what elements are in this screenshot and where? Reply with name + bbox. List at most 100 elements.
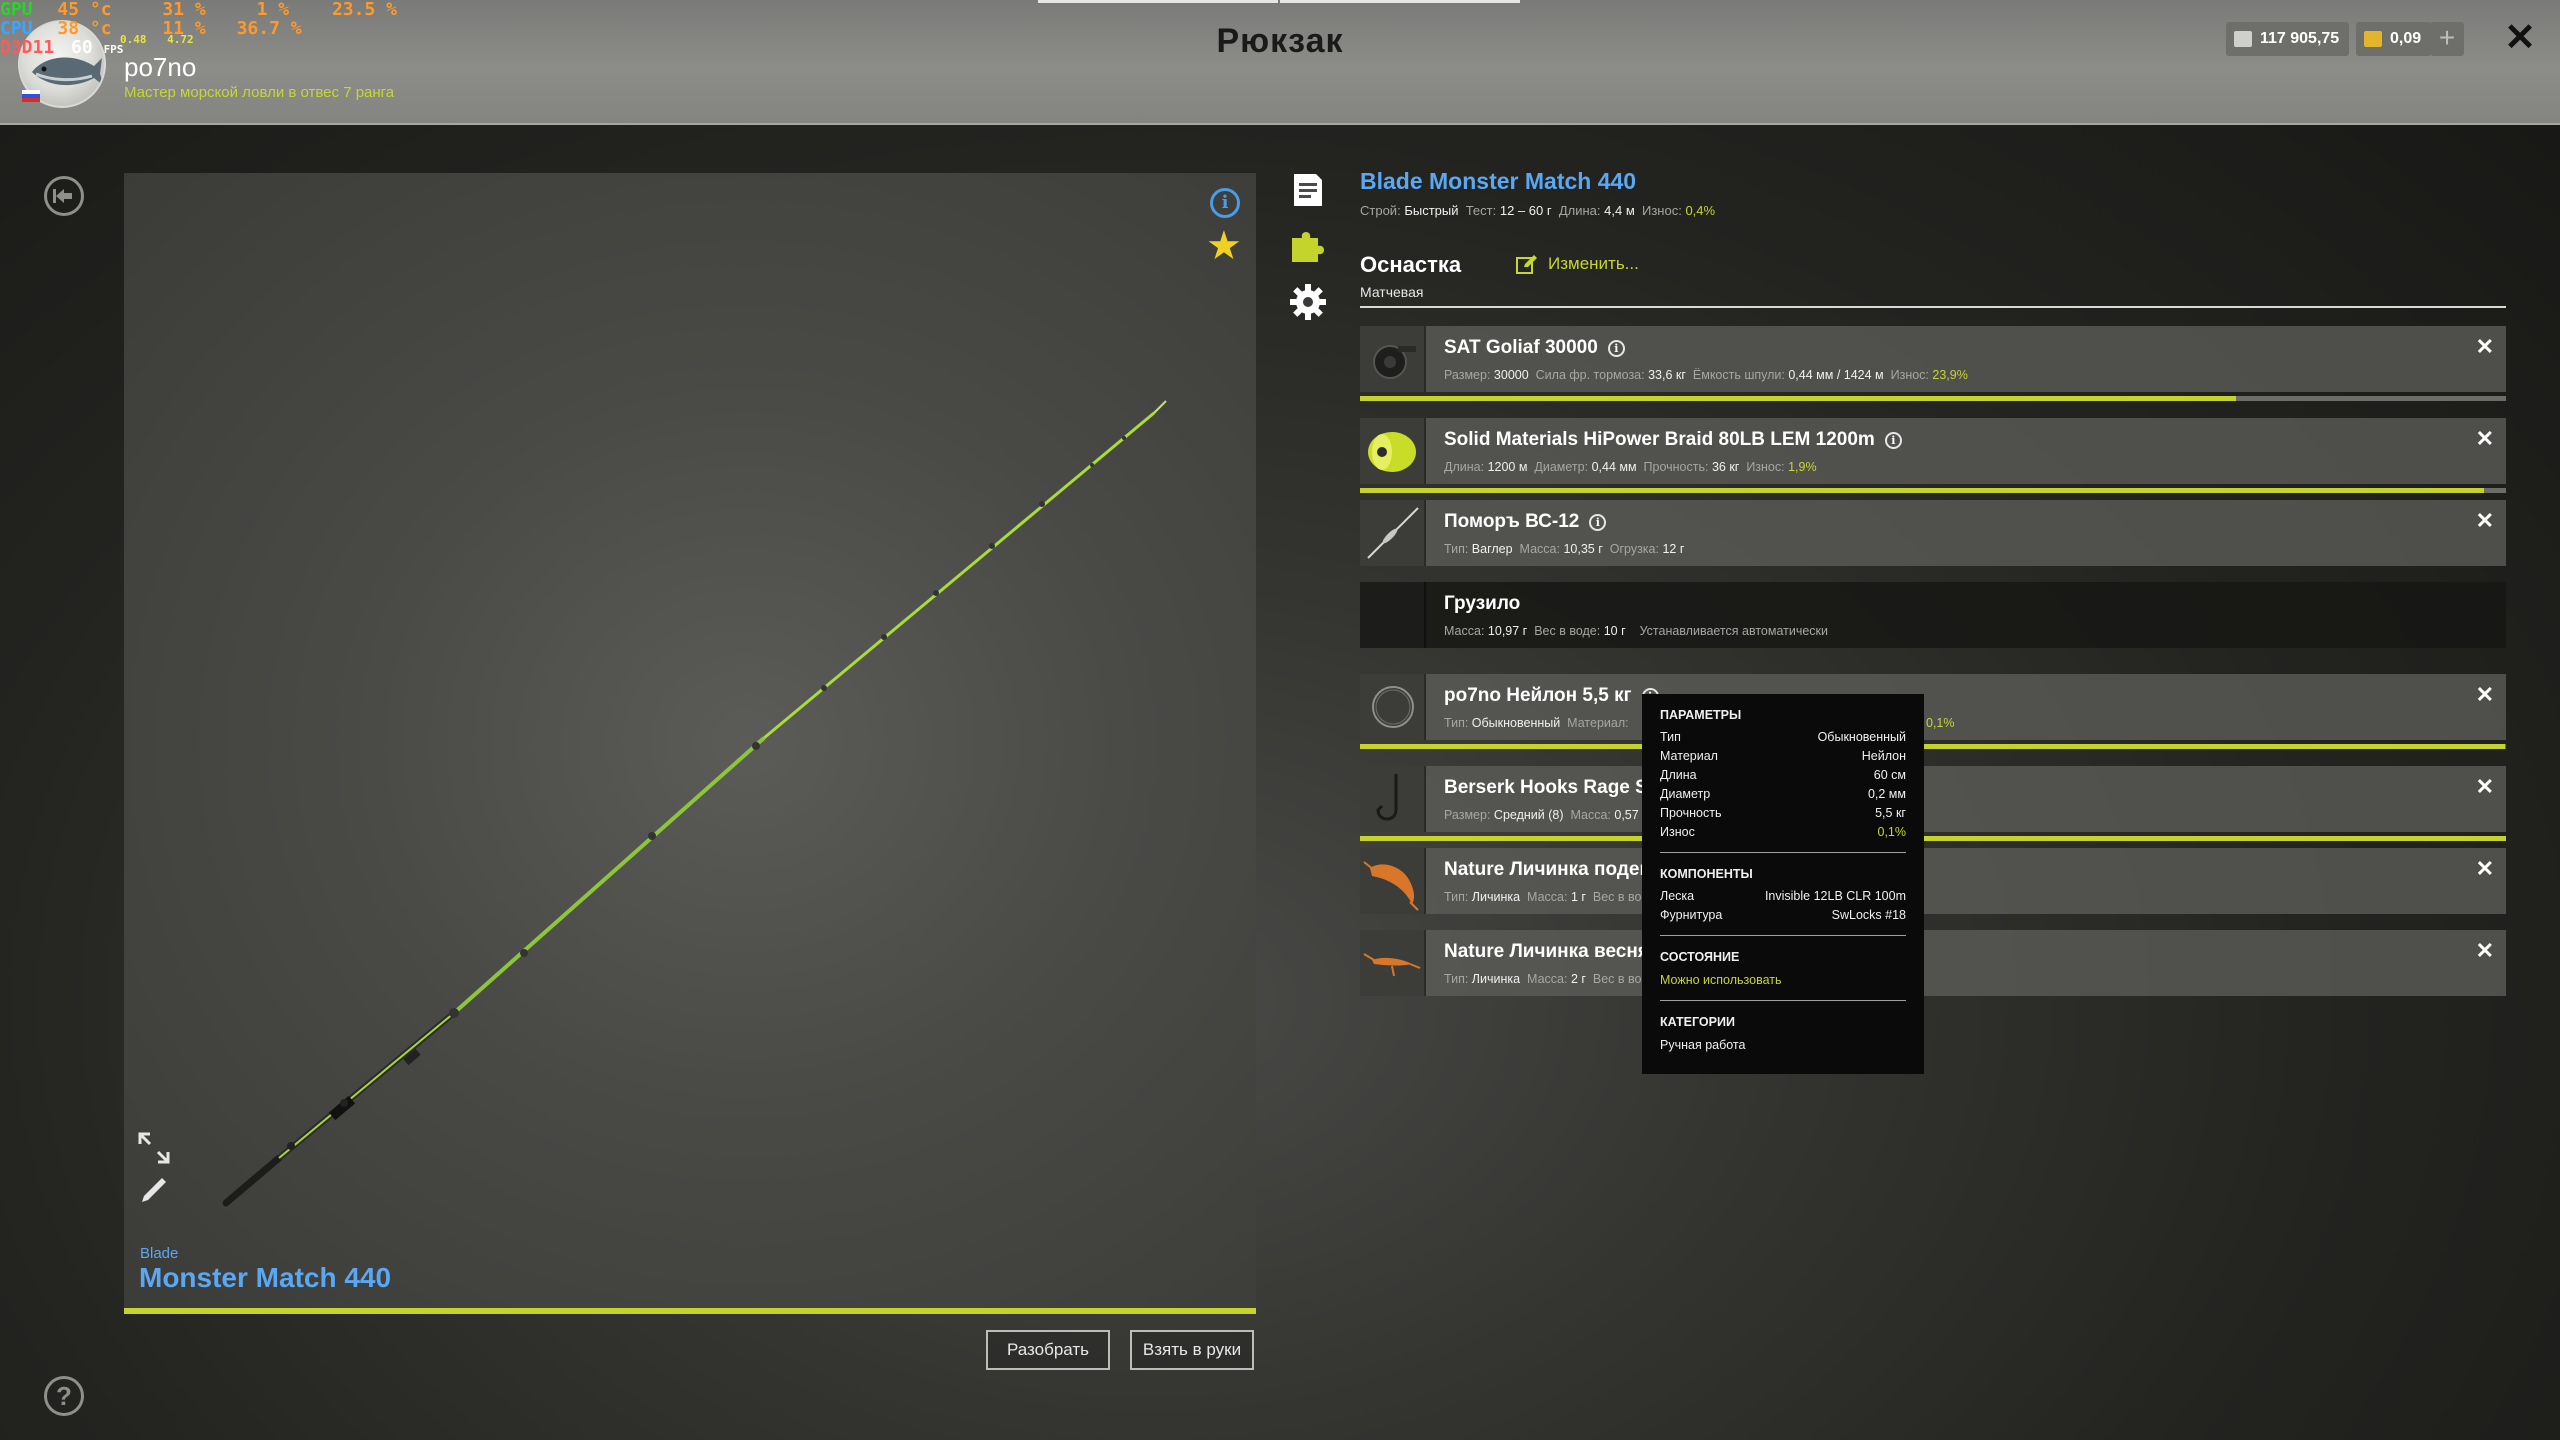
slot-name-text: Поморъ ВС-12 <box>1444 511 1580 532</box>
slot-name: Nature Личинка весня <box>1444 941 1649 962</box>
help-icon[interactable]: ? <box>44 1376 84 1416</box>
silver-balance[interactable]: 117 905,75 <box>2226 22 2350 56</box>
remove-icon[interactable]: ✕ <box>2476 682 2494 708</box>
stat-label: Диаметр: <box>1534 460 1589 474</box>
expand-icon[interactable] <box>136 1130 172 1166</box>
stat-value: 23,9% <box>1932 368 1968 382</box>
divider <box>1660 852 1906 853</box>
slot-stats: Размер: 30000 Сила фр. тормоза: 33,6 кг … <box>1444 368 1968 382</box>
stat-label: Тип: <box>1444 716 1469 730</box>
rod-brand: Blade <box>140 1245 179 1262</box>
flag-icon <box>22 90 40 102</box>
stat-label: Ёмкость шпули: <box>1692 368 1785 382</box>
rod-preview[interactable] <box>124 173 1256 1313</box>
tooltip-category: Ручная работа <box>1660 1038 1746 1052</box>
description-tab-icon[interactable] <box>1288 170 1328 210</box>
bait-thumbnail <box>1360 930 1426 996</box>
back-icon[interactable] <box>44 176 84 216</box>
hook-slot[interactable]: Berserk Hooks Rage Ser Размер: Средний (… <box>1360 766 2506 832</box>
stat-value: Быстрый <box>1404 203 1459 218</box>
d3d-label: D3D11 <box>0 37 55 58</box>
remove-icon[interactable]: ✕ <box>2476 856 2494 882</box>
info-icon[interactable]: i <box>1607 340 1625 357</box>
info-icon[interactable]: i <box>1884 432 1902 449</box>
slot-stats: Тип: Ваглер Масса: 10,35 г Огрузка: 12 г <box>1444 542 1684 556</box>
param-value: 0,2 мм <box>1867 787 1906 801</box>
remove-icon[interactable]: ✕ <box>2476 426 2494 452</box>
tooltip-state: Можно использовать <box>1660 973 1782 987</box>
param-value: 5,5 кг <box>1875 806 1906 820</box>
sinker-thumbnail <box>1360 582 1426 648</box>
stat-value: Средний (8) <box>1493 808 1564 822</box>
player-rank: Мастер морской ловли в отвес 7 ранга <box>124 84 395 101</box>
stat-label: Вес в во <box>1592 890 1642 904</box>
sinker-slot[interactable]: Грузило Масса: 10,97 г Вес в воде: 10 г … <box>1360 582 2506 648</box>
puzzle-tab-icon[interactable] <box>1288 226 1328 266</box>
line-thumbnail <box>1360 418 1426 484</box>
fps-value: 60 <box>71 37 93 58</box>
gold-amount: 0,09 <box>2390 30 2422 47</box>
stat-label: Длина: <box>1558 203 1601 218</box>
bait-slot-1[interactable]: Nature Личинка поден Тип: Личинка Масса:… <box>1360 848 2506 914</box>
reel-thumbnail <box>1360 326 1426 392</box>
bait-thumbnail <box>1360 848 1426 914</box>
info-icon[interactable]: i <box>1210 188 1240 218</box>
remove-icon[interactable]: ✕ <box>2476 334 2494 360</box>
stat-label: Тип: <box>1444 542 1469 556</box>
divider <box>1660 935 1906 936</box>
param-label: Диаметр <box>1660 787 1711 801</box>
stat-label: Прочность: <box>1643 460 1709 474</box>
float-slot[interactable]: Поморъ ВС-12 i Тип: Ваглер Масса: 10,35 г… <box>1360 500 2506 566</box>
silver-amount: 117 905,75 <box>2260 30 2340 47</box>
param-value: Нейлон <box>1861 749 1906 763</box>
page-title: Рюкзак <box>1216 22 1344 60</box>
gold-balance[interactable]: 0,09 <box>2356 22 2432 56</box>
gpu-load: 31 % <box>162 0 206 20</box>
cpu-temp: 38 °c <box>57 18 112 39</box>
gpu-temp: 45 °c <box>57 0 112 20</box>
slot-stats: Размер: Средний (8) Масса: 0,57 <box>1444 808 1639 822</box>
rod-image <box>222 400 1167 1207</box>
remove-icon[interactable]: ✕ <box>2476 938 2494 964</box>
param-label: Прочность <box>1660 806 1722 820</box>
hook-thumbnail <box>1360 766 1426 832</box>
settings-gear-icon[interactable] <box>1288 282 1328 322</box>
tooltip-param-row: Материал Нейлон <box>1660 747 1906 766</box>
disassemble-button[interactable]: Разобрать <box>986 1330 1110 1370</box>
tooltip-param-row: Диаметр 0,2 мм <box>1660 785 1906 804</box>
equip-button[interactable]: Взять в руки <box>1130 1330 1254 1370</box>
slot-stats: Тип: Личинка Масса: 1 г Вес в во <box>1444 890 1641 904</box>
leader-slot[interactable]: po7no Нейлон 5,5 кгi Тип: Обыкновенный М… <box>1360 674 2506 740</box>
add-currency-button[interactable]: + <box>2430 22 2464 56</box>
bait-slot-2[interactable]: Nature Личинка весня Тип: Личинка Масса:… <box>1360 930 2506 996</box>
param-label: Длина <box>1660 768 1697 782</box>
edit-pen-icon[interactable] <box>136 1172 172 1208</box>
reel-wear-bar <box>1360 396 2236 401</box>
info-icon[interactable]: i <box>1589 514 1607 531</box>
cpu-extra: 36.7 % <box>236 18 302 39</box>
slot-stats: Масса: 10,97 г Вес в воде: 10 г Устанавл… <box>1444 624 1828 638</box>
stat-label: Износ: <box>1746 460 1785 474</box>
hook-wear-bar <box>1360 836 2506 841</box>
stat-value: 12 – 60 г <box>1499 203 1552 218</box>
slot-name: po7no Нейлон 5,5 кгi <box>1444 685 1659 707</box>
favorite-star-icon[interactable]: ★ <box>1206 226 1242 266</box>
tooltip-state-title: СОСТОЯНИЕ <box>1660 950 1740 964</box>
close-button[interactable]: ✕ <box>2500 18 2540 58</box>
cpu-sub1: 0.48 <box>120 33 147 46</box>
stat-value: 0,44 мм <box>1591 460 1637 474</box>
slot-stats: Тип: Обыкновенный Материал: <box>1444 716 1629 730</box>
stat-value: 30000 <box>1493 368 1529 382</box>
line-slot[interactable]: Solid Materials HiPower Braid 80LB LEM 1… <box>1360 418 2506 484</box>
change-rig-link[interactable]: Изменить... <box>1516 254 1639 274</box>
remove-icon[interactable]: ✕ <box>2476 508 2494 534</box>
param-label: Тип <box>1660 730 1681 744</box>
stat-label: Тип: <box>1444 972 1469 986</box>
reel-slot[interactable]: SAT Goliaf 30000 i Размер: 30000 Сила фр.… <box>1360 326 2506 392</box>
remove-icon[interactable]: ✕ <box>2476 774 2494 800</box>
stat-label: Масса: <box>1519 542 1560 556</box>
stat-label: Тест: <box>1465 203 1497 218</box>
param-value: 60 см <box>1873 768 1906 782</box>
param-value: Обыкновенный <box>1817 730 1906 744</box>
stat-value: 2 г <box>1570 972 1586 986</box>
